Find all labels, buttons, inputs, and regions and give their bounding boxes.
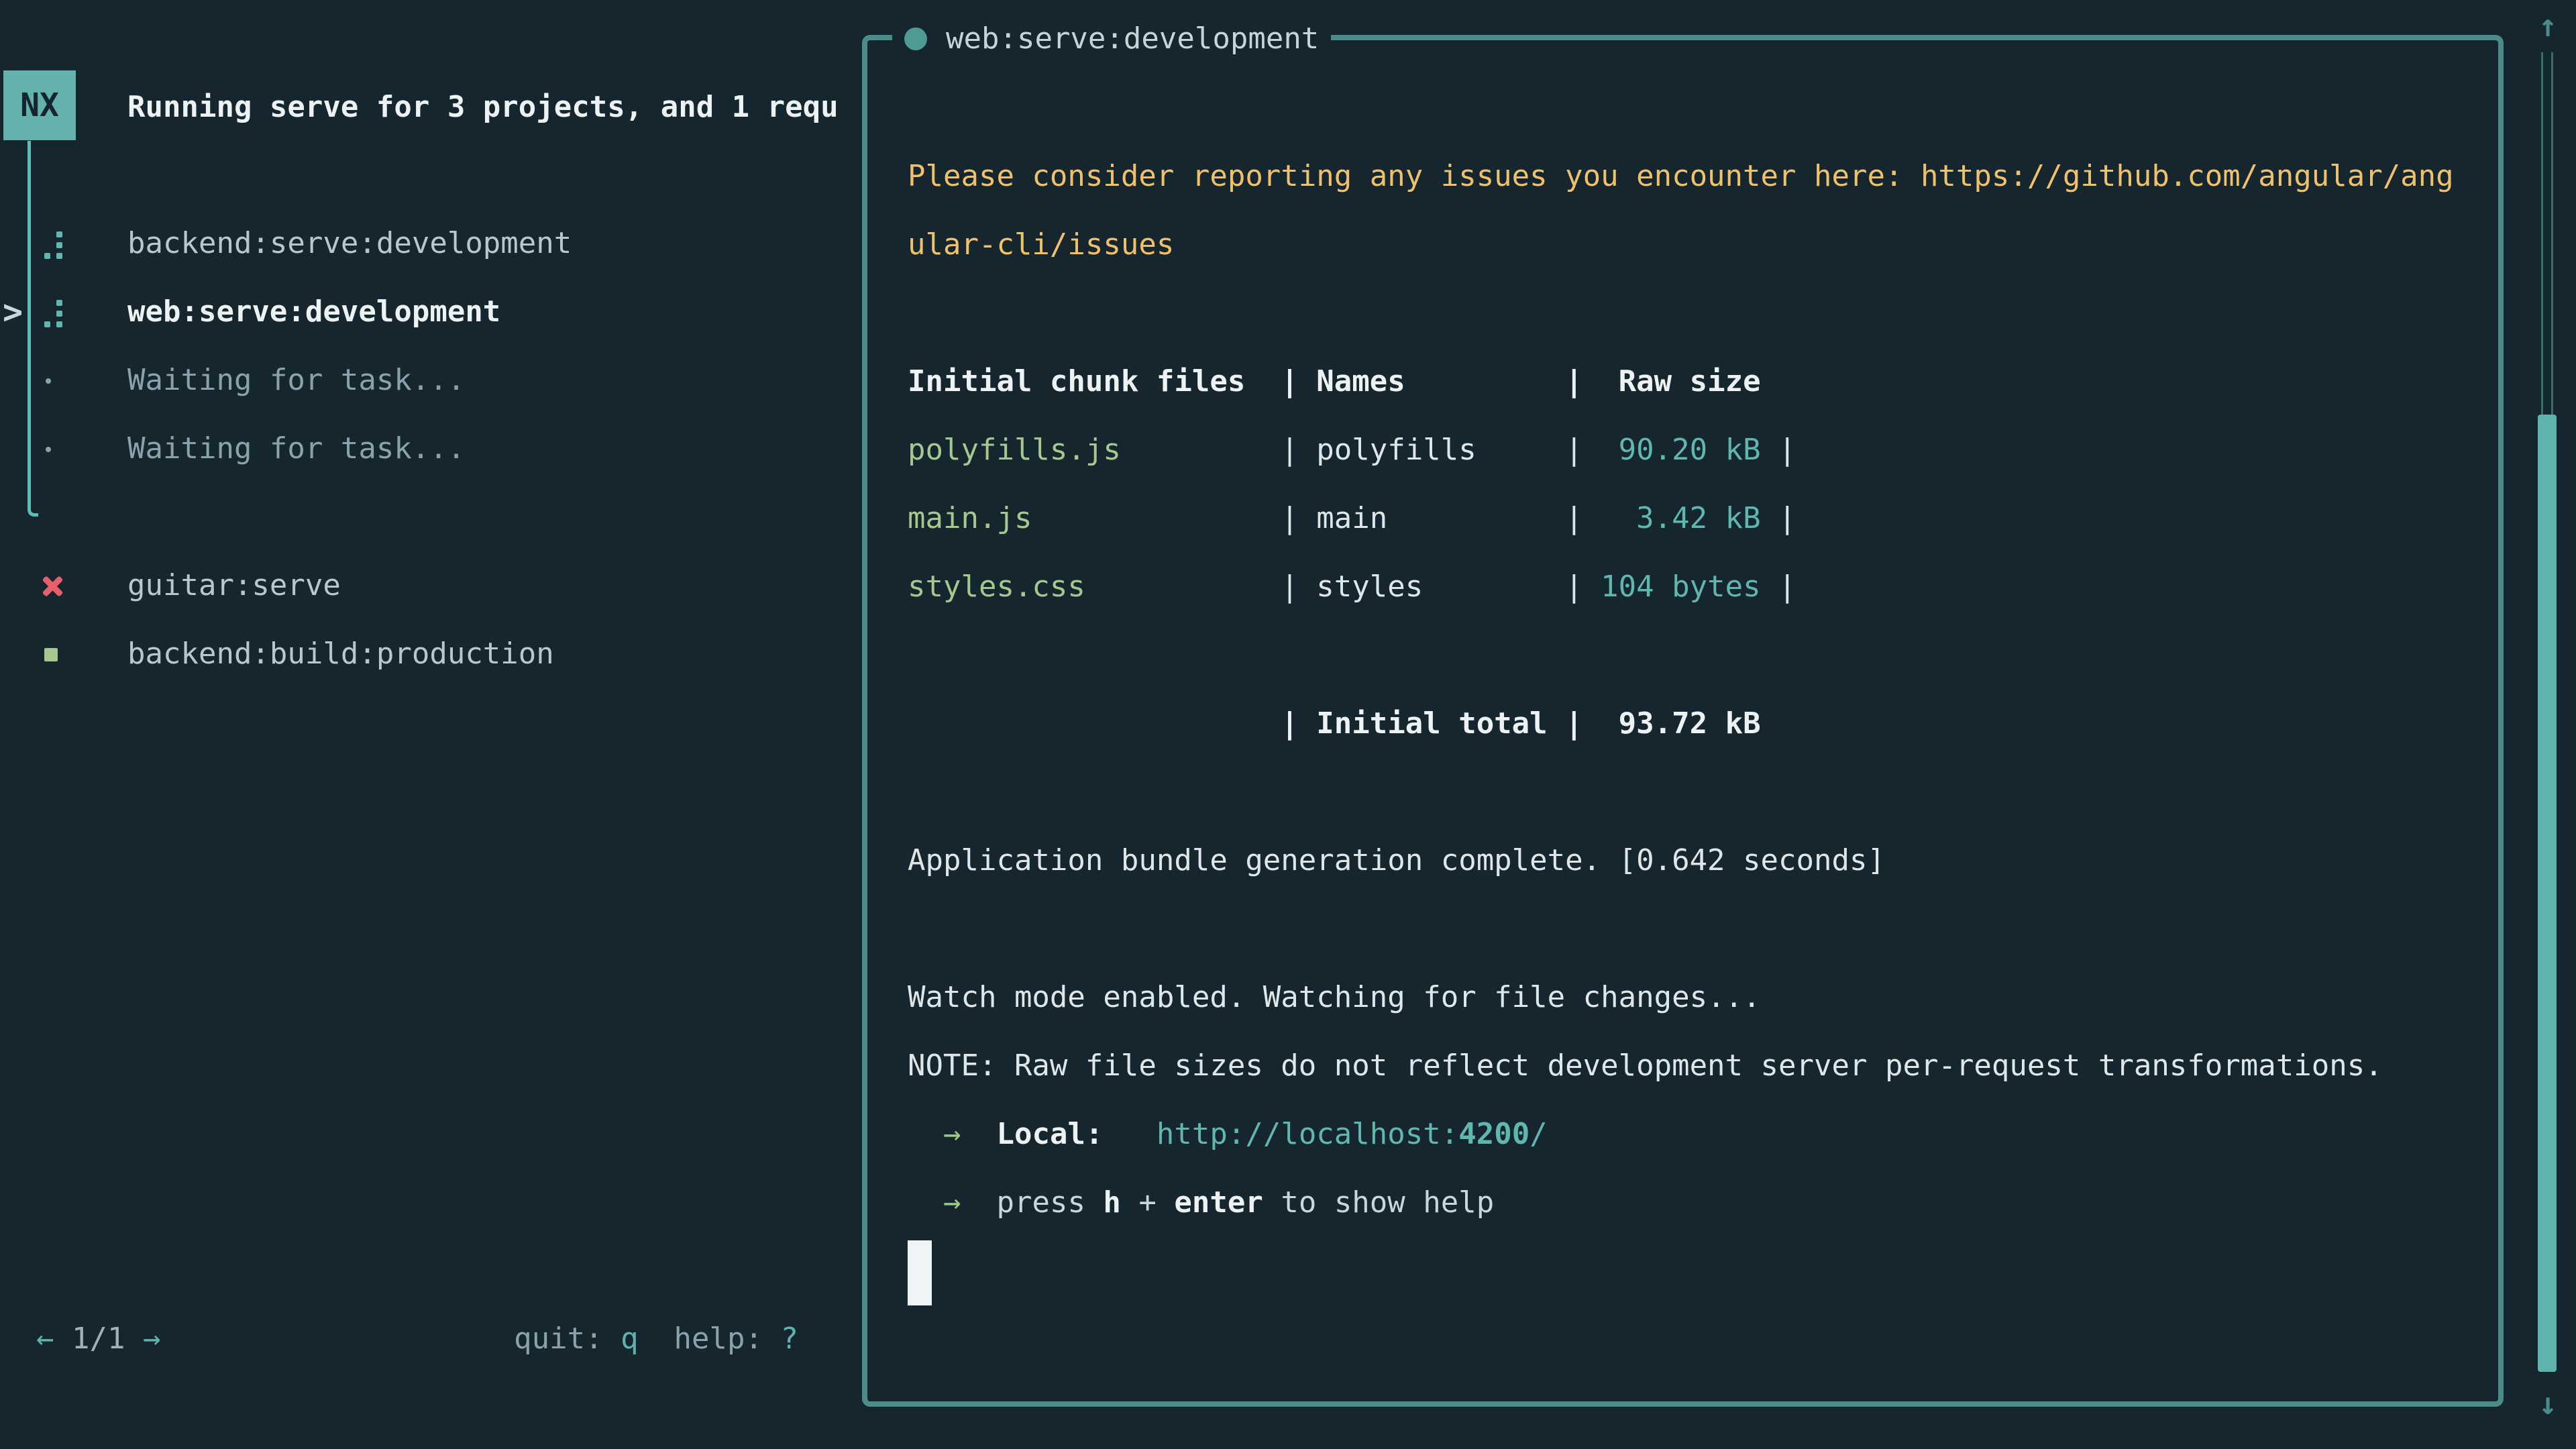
table-header-files: Initial chunk files xyxy=(908,364,1281,398)
terminal-blank-line xyxy=(908,895,2491,963)
page-prev-arrow[interactable]: ← xyxy=(36,1322,54,1356)
task-row-guitar-serve[interactable]: guitar:serve xyxy=(0,551,862,620)
table-sep: | xyxy=(1565,706,1601,741)
task-row-web-serve[interactable]: > web:serve:development xyxy=(0,278,862,346)
terminal-output: Please consider reporting any issues you… xyxy=(908,142,2491,1237)
local-url-line: → Local: http://localhost:4200/ xyxy=(908,1100,2491,1169)
scrollbar-track[interactable] xyxy=(2541,52,2553,415)
table-sep: | xyxy=(1761,570,1796,604)
task-label: Waiting for task... xyxy=(127,346,465,415)
chunk-table-row-styles: styles.css | styles | 104 bytes | xyxy=(908,553,2491,621)
chunk-file: styles.css xyxy=(908,570,1281,604)
arrow-right-icon: → xyxy=(943,1185,961,1220)
chunk-size: 3.42 kB xyxy=(1601,501,1760,535)
help-key-h: h xyxy=(1103,1185,1121,1220)
help-text: to show help xyxy=(1263,1185,1494,1220)
table-sep: | xyxy=(1281,706,1316,741)
help-text: + xyxy=(1121,1185,1174,1220)
help-key-enter: enter xyxy=(1174,1185,1263,1220)
pending-dot-icon xyxy=(39,346,68,415)
table-header-sep: | xyxy=(1565,364,1601,398)
help-hint-label: help: xyxy=(639,1322,781,1356)
quit-key: q xyxy=(621,1322,639,1356)
quit-hint-label: quit: xyxy=(514,1322,621,1356)
help-hint-line: → press h + enter to show help xyxy=(908,1169,2491,1237)
arrow-right-icon: → xyxy=(943,1117,961,1151)
total-label: Initial total xyxy=(1316,706,1565,741)
help-key: ? xyxy=(781,1322,799,1356)
task-row-waiting-2[interactable]: Waiting for task... xyxy=(0,415,862,483)
terminal-blank-line xyxy=(908,758,2491,826)
task-label: backend:build:production xyxy=(127,620,554,688)
chunk-name: main xyxy=(1316,501,1565,535)
table-pad xyxy=(908,706,1281,741)
page-next-arrow[interactable]: → xyxy=(143,1322,161,1356)
task-row-backend-build[interactable]: backend:build:production xyxy=(0,620,862,688)
task-label: web:serve:development xyxy=(127,278,500,346)
sidebar-bottom-bar: ← 1/1 → quit: q help: ? xyxy=(36,1305,798,1373)
success-square-icon xyxy=(39,620,68,688)
table-sep: | xyxy=(1565,433,1601,467)
task-label: backend:serve:development xyxy=(127,209,572,278)
chunk-table-total-row: | Initial total | 93.72 kB xyxy=(908,690,2491,758)
chunk-name: polyfills xyxy=(1316,433,1565,467)
terminal-cursor xyxy=(908,1240,932,1305)
pending-dot-icon xyxy=(39,415,68,483)
table-header-rawsize: Raw size xyxy=(1601,364,1760,398)
help-text: press xyxy=(961,1185,1104,1220)
local-url-port[interactable]: 4200 xyxy=(1458,1117,1529,1151)
watch-mode-line: Watch mode enabled. Watching for file ch… xyxy=(908,963,2491,1032)
sidebar: NX Running serve for 3 projects, and 1 r… xyxy=(0,0,862,1449)
table-sep: | xyxy=(1761,433,1796,467)
terminal-blank-line xyxy=(908,279,2491,347)
chunk-name: styles xyxy=(1316,570,1565,604)
terminal-warning-line-2: ular-cli/issues xyxy=(908,211,2491,279)
task-row-backend-serve[interactable]: backend:serve:development xyxy=(0,209,862,278)
table-header-names: Names xyxy=(1316,364,1565,398)
chunk-file: main.js xyxy=(908,501,1281,535)
page-indicator: 1/1 xyxy=(54,1322,143,1356)
table-header-sep: | xyxy=(1281,364,1316,398)
terminal-warning-line-1: Please consider reporting any issues you… xyxy=(908,142,2491,211)
panel-title: web:serve:development xyxy=(892,9,1331,68)
task-row-spacer xyxy=(0,483,862,551)
task-label: guitar:serve xyxy=(127,551,341,620)
spinner-icon xyxy=(39,209,68,278)
chunk-table-row-polyfills: polyfills.js | polyfills | 90.20 kB | xyxy=(908,416,2491,484)
bundle-complete-line: Application bundle generation complete. … xyxy=(908,826,2491,895)
spinner-icon xyxy=(39,278,68,346)
scroll-down-arrow[interactable]: ↓ xyxy=(2529,1383,2567,1424)
scrollbar-thumb[interactable] xyxy=(2538,415,2557,1372)
note-line: NOTE: Raw file sizes do not reflect deve… xyxy=(908,1032,2491,1100)
table-sep: | xyxy=(1281,570,1316,604)
table-sep: | xyxy=(1565,501,1601,535)
task-label: Waiting for task... xyxy=(127,415,465,483)
table-sep: | xyxy=(1281,433,1316,467)
failed-x-icon xyxy=(39,551,68,620)
table-sep: | xyxy=(1281,501,1316,535)
panel-title-text: web:serve:development xyxy=(946,9,1319,68)
scroll-up-arrow[interactable]: ↑ xyxy=(2529,5,2567,46)
nx-logo: NX xyxy=(3,70,76,140)
total-size: 93.72 kB xyxy=(1601,706,1760,741)
task-row-waiting-1[interactable]: Waiting for task... xyxy=(0,346,862,415)
selected-chevron-icon: > xyxy=(3,278,23,346)
chunk-size: 104 bytes xyxy=(1601,570,1760,604)
table-sep: | xyxy=(1565,570,1601,604)
chunk-table-row-main: main.js | main | 3.42 kB | xyxy=(908,484,2491,553)
chunk-file: polyfills.js xyxy=(908,433,1281,467)
running-status-dot-icon xyxy=(904,28,927,50)
table-sep: | xyxy=(1761,501,1796,535)
app-header-title: Running serve for 3 projects, and 1 requ xyxy=(127,74,855,141)
chunk-size: 90.20 kB xyxy=(1601,433,1760,467)
terminal-blank-line xyxy=(908,621,2491,690)
local-label: Local: xyxy=(961,1117,1104,1151)
pagination: ← 1/1 → xyxy=(36,1305,160,1373)
local-url-link[interactable]: http://localhost: xyxy=(1103,1117,1458,1151)
task-list: backend:serve:development > web:serve:de… xyxy=(0,209,862,688)
chunk-table-header: Initial chunk files | Names | Raw size xyxy=(908,347,2491,416)
local-url-slash[interactable]: / xyxy=(1529,1117,1548,1151)
shortcut-hints: quit: q help: ? xyxy=(514,1305,798,1373)
